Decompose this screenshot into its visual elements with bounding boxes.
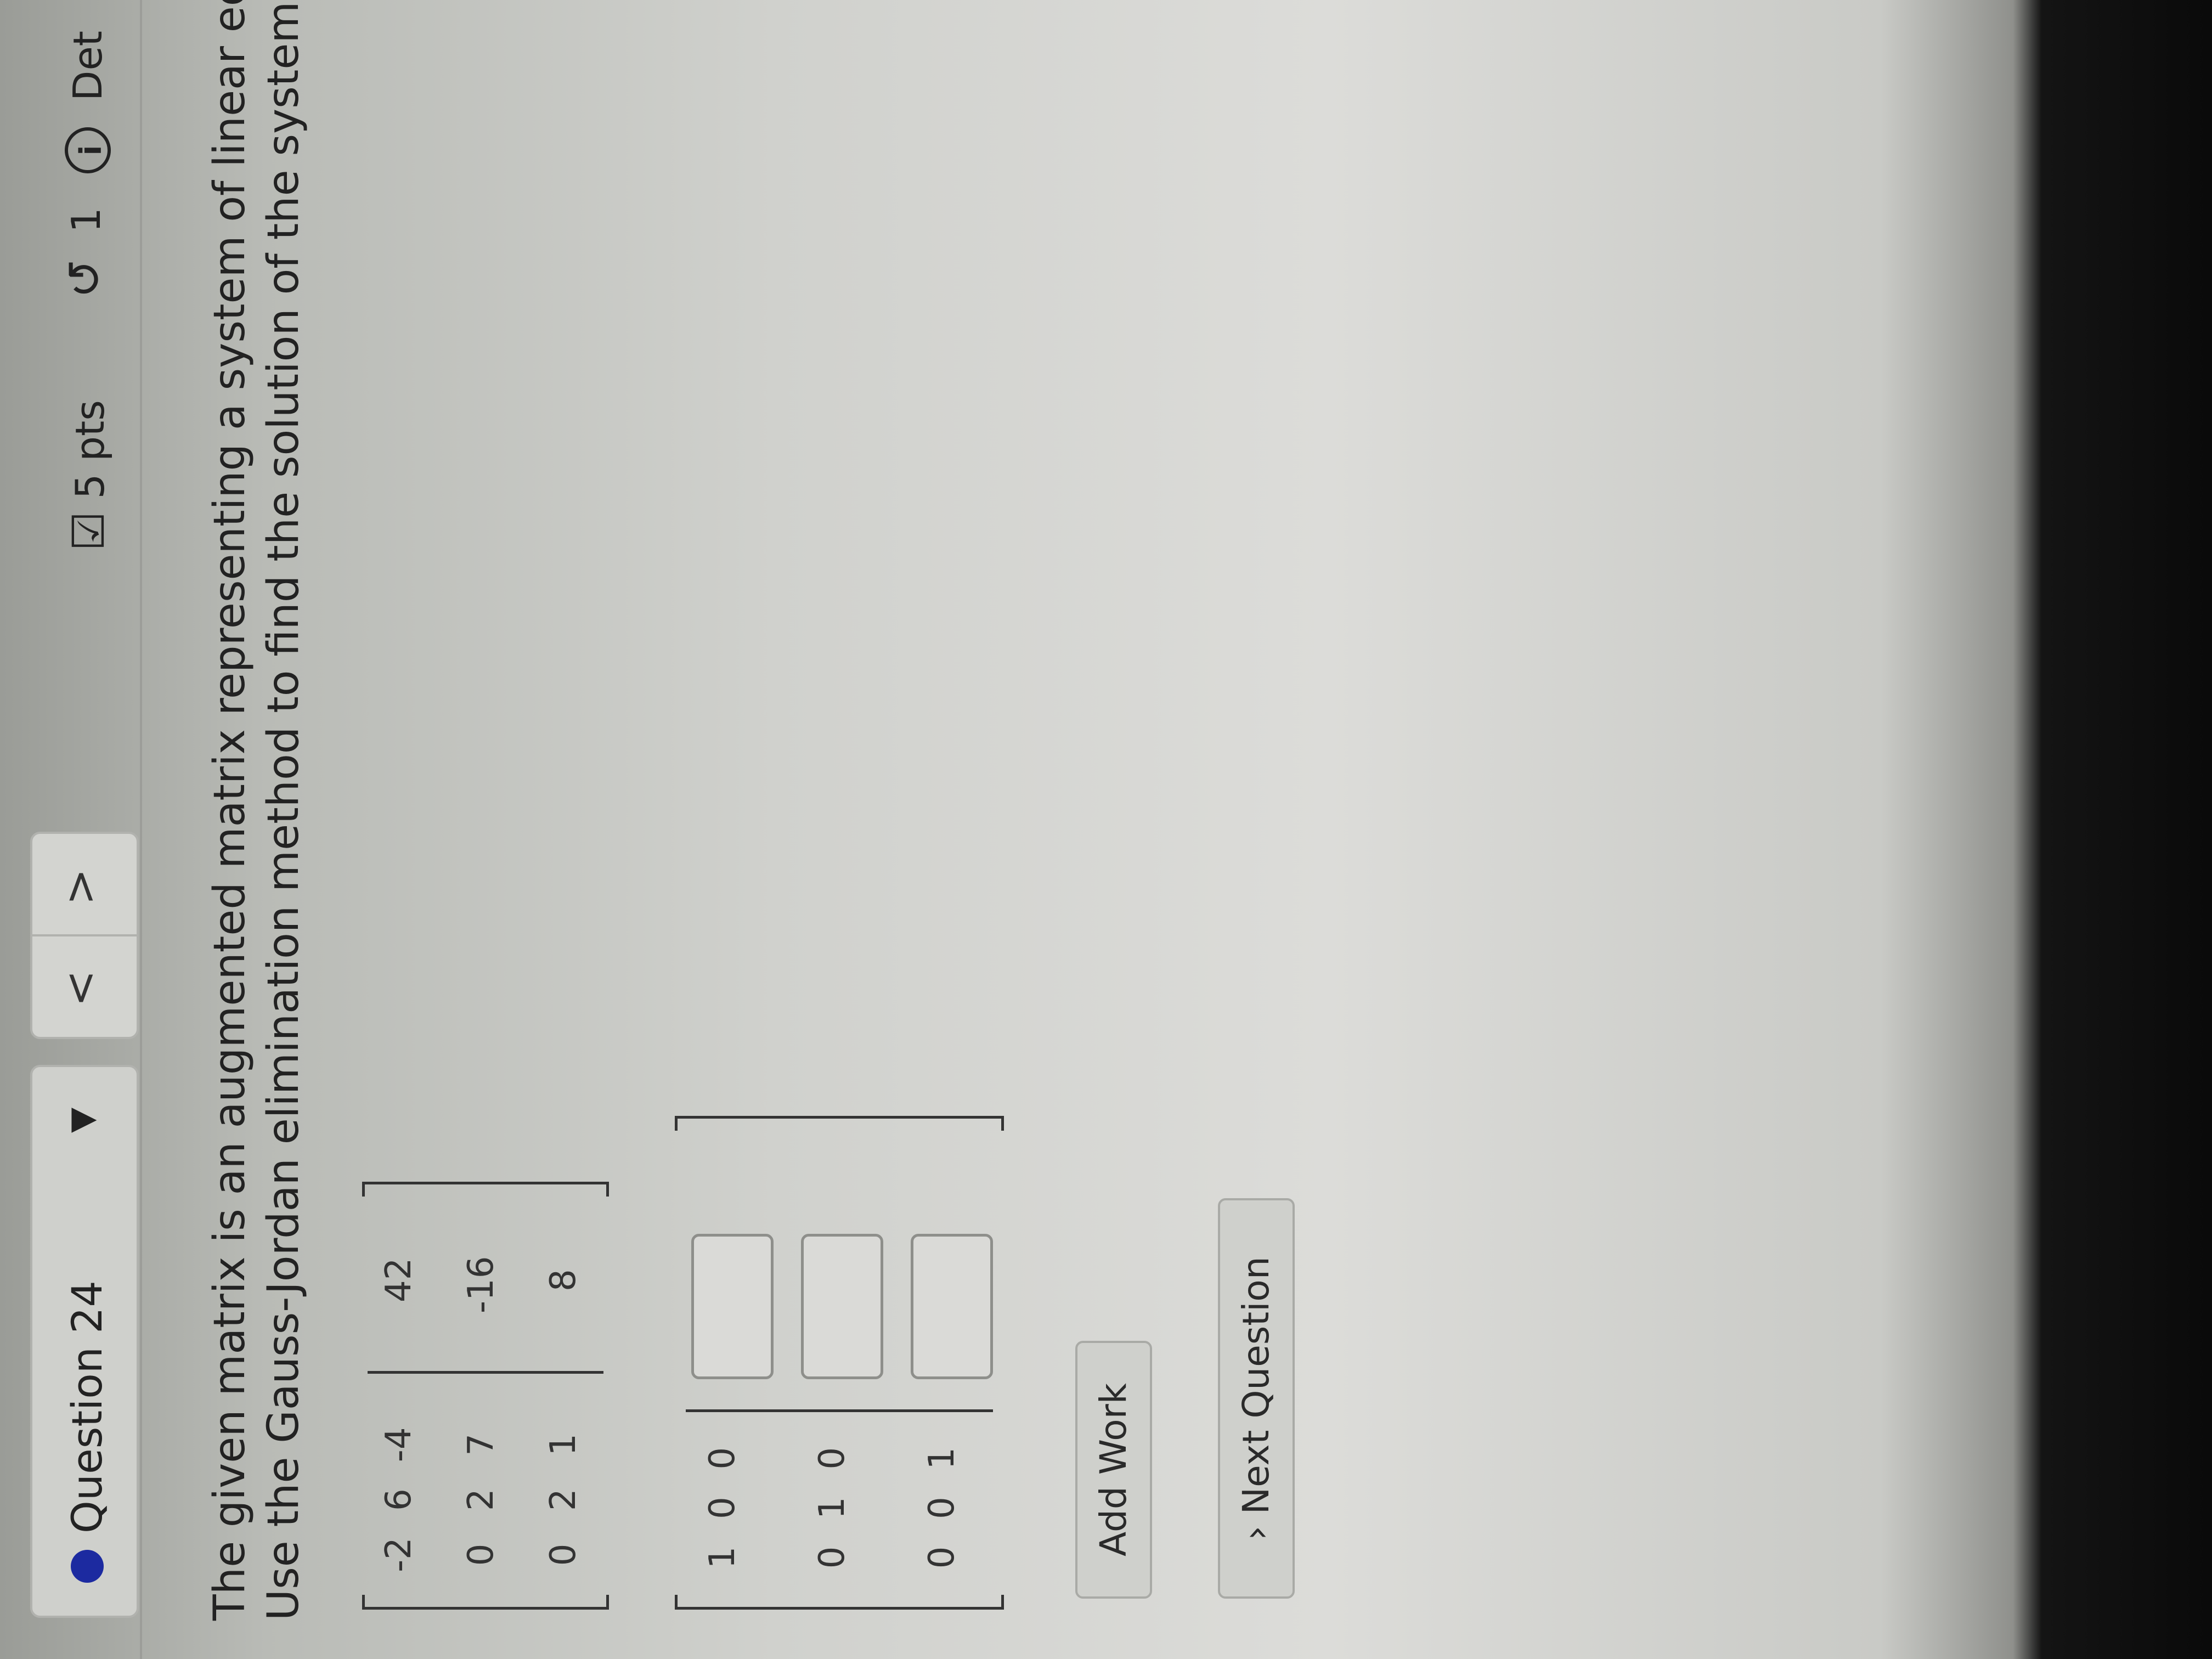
matrix-cell: 1	[543, 1433, 584, 1456]
matrix-row: 0 2 7	[461, 1423, 501, 1577]
answer-input-row-1[interactable]	[691, 1234, 774, 1379]
prompt-line-1: The given matrix is an augmented matrix …	[205, 0, 255, 1621]
checkbox-icon: ☑	[63, 511, 114, 551]
answer-input-row-3[interactable]	[911, 1234, 993, 1379]
matrix-cell: 0	[461, 1543, 501, 1566]
retry-icon[interactable]: ↺	[58, 259, 112, 298]
matrix-cell: 1	[702, 1546, 743, 1569]
matrix-cell: 6	[379, 1488, 419, 1511]
right-bracket	[362, 1182, 609, 1197]
prompt-line-2: Use the Gauss-Jordan elimination method …	[259, 0, 308, 1621]
details-link[interactable]: Det	[65, 31, 111, 101]
matrix-cell: -4	[379, 1427, 419, 1463]
question-header: Question 24 ▼ < > ☑ 5 pts ↺ 1 i Det	[0, 0, 142, 1659]
matrix-cell: 2	[543, 1488, 584, 1511]
given-matrix: -2 6 -4 0 2 7 0 2 1 42 -16 8	[362, 1182, 609, 1610]
retry-count: 1	[63, 207, 109, 233]
question-nav: < >	[30, 832, 139, 1039]
matrix-row: -2 6 -4	[379, 1423, 419, 1577]
previous-question-button[interactable]: <	[54, 970, 105, 1007]
matrix-cell: 0	[702, 1447, 743, 1470]
matrix-rhs: -16	[461, 1256, 501, 1313]
next-question-button[interactable]: › Next Question	[1218, 1198, 1295, 1599]
matrix-cell: 2	[461, 1488, 501, 1511]
matrix-cell: 0	[922, 1546, 962, 1569]
points-label: 5 pts	[67, 400, 113, 499]
info-icon[interactable]: i	[65, 127, 111, 173]
matrix-rhs: 8	[543, 1269, 584, 1291]
nav-divider	[32, 934, 137, 936]
question-prompt: The given matrix is an augmented matrix …	[203, 0, 311, 1621]
question-page: Question 24 ▼ < > ☑ 5 pts ↺ 1 i Det The …	[0, 0, 2030, 1659]
matrix-cell: 0	[543, 1543, 584, 1566]
matrix-cell: 0	[812, 1546, 853, 1569]
question-selector[interactable]: Question 24 ▼	[30, 1065, 139, 1618]
add-work-button[interactable]: Add Work	[1075, 1341, 1152, 1599]
left-bracket	[362, 1595, 609, 1610]
caret-down-icon: ▼	[63, 1107, 101, 1133]
matrix-cell: -2	[379, 1537, 419, 1572]
augment-divider	[368, 1371, 603, 1374]
matrix-cell: 7	[461, 1433, 501, 1456]
question-status-dot	[71, 1550, 104, 1583]
matrix-cell: 0	[922, 1497, 962, 1520]
points-indicator: ☑ 5 pts	[63, 400, 114, 551]
answer-matrix: 1 0 0 0 1 0 0 0 1	[675, 1116, 1004, 1610]
matrix-cell: 0	[812, 1447, 853, 1470]
answer-input-row-2[interactable]	[801, 1234, 883, 1379]
matrix-cell: 1	[812, 1497, 853, 1520]
next-question-nav-button[interactable]: >	[54, 868, 105, 905]
matrix-rhs: 42	[379, 1257, 419, 1302]
matrix-row: 0 0 1	[922, 1439, 962, 1577]
question-label: Question 24	[63, 1280, 111, 1533]
matrix-row: 0 1 0	[812, 1439, 853, 1577]
matrix-cell: 1	[922, 1447, 962, 1470]
matrix-row: 0 2 1	[543, 1423, 584, 1577]
matrix-row: 1 0 0	[702, 1439, 743, 1577]
augment-divider	[686, 1409, 993, 1412]
matrix-cell: 0	[702, 1497, 743, 1520]
right-bracket	[675, 1116, 1004, 1131]
left-bracket	[675, 1595, 1004, 1610]
